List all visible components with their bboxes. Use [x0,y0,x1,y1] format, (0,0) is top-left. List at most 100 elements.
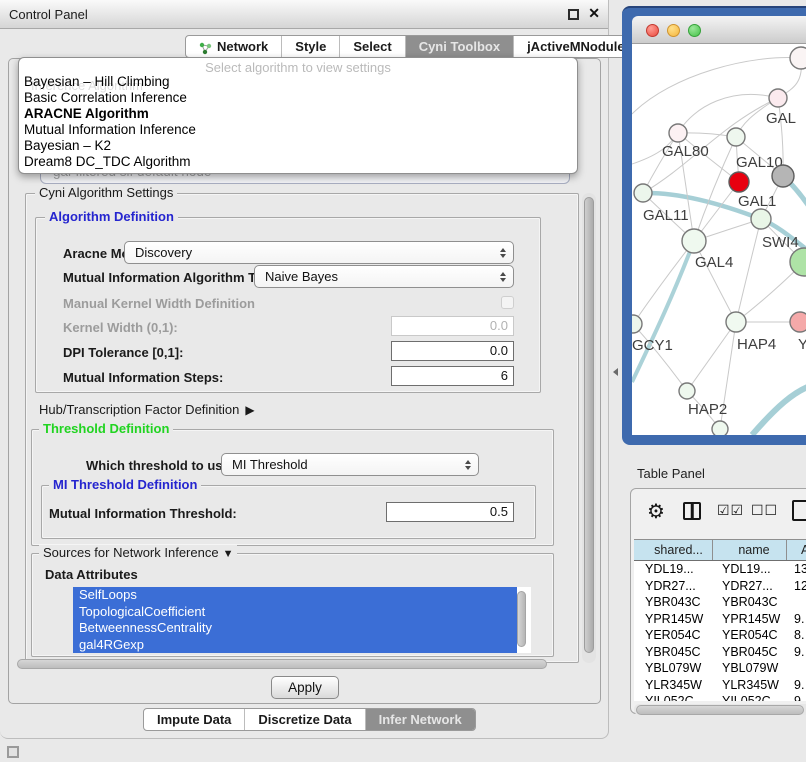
table-row[interactable]: YDL19...YDL19...13 [634,561,806,578]
node-salmon-node[interactable] [790,312,806,332]
deselect-all-checkboxes-icon[interactable]: ☐☐ [751,502,778,519]
node-gal80[interactable] [669,124,687,142]
node-gal11[interactable] [634,184,652,202]
algorithm-option[interactable]: Bayesian – K2 [19,138,577,154]
table-cell: YER054C [713,627,787,644]
tab-select[interactable]: Select [339,36,404,57]
table-row[interactable]: YBL079WYBL079W [634,660,806,677]
tab-discretize-data[interactable]: Discretize Data [244,709,364,730]
table-cell: YIL052C [634,693,713,701]
node-gal4[interactable] [682,229,706,253]
panel-grip-icon[interactable] [7,746,19,758]
table-cell: 9. [787,611,806,628]
table-row[interactable]: YLR345WYLR345W9. [634,677,806,694]
table-cell: 9. [787,644,806,661]
table-cell: 13 [787,561,806,578]
node-gal10[interactable] [727,128,745,146]
node-top-partial[interactable] [790,47,806,69]
hub-definition-toggle[interactable]: Hub/Transcription Factor Definition▶ [39,402,255,417]
which-threshold-select[interactable]: MI Threshold [221,453,479,476]
table-row[interactable]: YER054CYER054C8. [634,627,806,644]
apply-button[interactable]: Apply [271,676,339,699]
aracne-mode-select[interactable]: Discovery [124,241,514,264]
sources-toggle[interactable]: Sources for Network Inference▼ [39,545,237,560]
columns-icon[interactable] [683,502,701,520]
column-header[interactable]: shared... [634,540,713,560]
mi-threshold-input[interactable]: 0.5 [386,502,514,522]
network-window-titlebar[interactable] [632,16,806,44]
table-row[interactable]: YPR145WYPR145W9. [634,611,806,628]
network-canvas[interactable]: GALGAL80GAL10GAL1GAL11SWI4GAL4GCY1HAP4YH… [632,44,806,435]
gear-icon[interactable]: ⚙ [647,499,665,524]
attribute-item[interactable]: TopologicalCoefficient [73,604,517,621]
tab-impute-data[interactable]: Impute Data [144,709,244,730]
node-big-green[interactable] [790,248,806,276]
split-pane-collapse-icon[interactable] [609,368,618,376]
table-header-row: shared...nameA [634,539,806,561]
node-label-gal4: GAL4 [695,254,733,271]
close-icon[interactable]: ✕ [588,5,600,22]
control-panel-titlebar[interactable]: Control Panel ✕ [0,0,608,29]
table-row[interactable]: YDR27...YDR27...12 [634,578,806,595]
table-cell: YLR345W [713,677,787,694]
attribute-item[interactable]: BetweennessCentrality [73,620,517,637]
spinner-arrows-icon [500,272,506,282]
table-cell: 9. [787,677,806,694]
settings-hscrollbar-thumb[interactable] [17,659,547,669]
algorithm-option[interactable]: Dream8 DC_TDC Algorithm [19,154,577,170]
column-header[interactable]: name [713,540,787,560]
select-all-checkboxes-icon[interactable]: ☑☑ [717,502,744,519]
dpi-tolerance-input[interactable]: 0.0 [391,341,514,361]
algorithm-option[interactable]: Mutual Information Inference [19,122,577,138]
algorithm-option-list: Bayesian – Hill ClimbingBasic Correlatio… [19,74,577,170]
mi-type-select[interactable]: Naive Bayes [254,265,514,288]
table-panel: ⚙ ☑☑ ☐☐ shared...nameA YDL19...YDL19...1… [630,488,806,714]
dpi-tolerance-label: DPI Tolerance [0,1]: [63,345,183,360]
attribute-list-scrollbar[interactable] [517,591,526,647]
tab-infer-network[interactable]: Infer Network [365,709,475,730]
node-hap4[interactable] [726,312,746,332]
network-view-window: GALGAL80GAL10GAL1GAL11SWI4GAL4GCY1HAP4YH… [622,6,806,445]
float-window-icon[interactable] [568,9,579,20]
table-hscrollbar-thumb[interactable] [636,705,804,715]
minimize-traffic-light-icon[interactable] [667,24,680,37]
top-tab-bar: NetworkStyleSelectCyni ToolboxjActiveMNo… [185,35,646,58]
manual-kernel-checkbox[interactable] [501,296,514,309]
node-hap2[interactable] [679,383,695,399]
document-icon[interactable] [792,500,806,521]
attribute-item[interactable]: gal4RGexp [73,637,517,654]
node-label-hap2: HAP2 [688,401,727,418]
control-panel-window: Control Panel ✕ NetworkStyleSelect Cyni T… [0,0,609,739]
mi-steps-input[interactable]: 6 [391,366,514,386]
kernel-width-input[interactable]: 0.0 [391,316,514,336]
node-red-node[interactable] [729,172,749,192]
tab-cyni-toolbox[interactable]: Cyni Toolbox [405,36,513,57]
cyni-algorithm-settings-title: Cyni Algorithm Settings [35,185,177,200]
table-row[interactable]: YIL052CYIL052C9. [634,693,806,701]
node-label-red-node: GAL1 [738,193,776,210]
table-row[interactable]: YBR043CYBR043C [634,594,806,611]
table-row[interactable]: YBR045CYBR045C9. [634,644,806,661]
zoom-traffic-light-icon[interactable] [688,24,701,37]
node-gray-node[interactable] [772,165,794,187]
algorithm-option[interactable]: ARACNE Algorithm [19,106,577,122]
node-bottom-partial[interactable] [712,421,728,435]
attribute-item[interactable]: SelfLoops [73,587,517,604]
tab-network[interactable]: Network [186,36,281,57]
algorithm-option[interactable]: Basic Correlation Inference [19,90,577,106]
settings-scrollbar-track[interactable] [582,193,596,663]
table-cell: 9. [787,693,806,701]
tab-style[interactable]: Style [281,36,339,57]
tab-label: Cyni Toolbox [419,36,500,57]
table-hscrollbar-track[interactable] [634,704,806,715]
node-gcy1[interactable] [632,315,642,333]
app-root: Control Panel ✕ NetworkStyleSelect Cyni T… [0,0,806,762]
settings-scrollbar-thumb[interactable] [584,197,594,653]
column-header[interactable]: A [787,540,806,560]
node-swi4[interactable] [751,209,771,229]
tab-label: Discretize Data [258,709,351,730]
spinner-arrows-icon [465,460,471,470]
algorithm-option[interactable]: Bayesian – Hill Climbing [19,74,577,90]
close-traffic-light-icon[interactable] [646,24,659,37]
node-gal-pink[interactable] [769,89,787,107]
